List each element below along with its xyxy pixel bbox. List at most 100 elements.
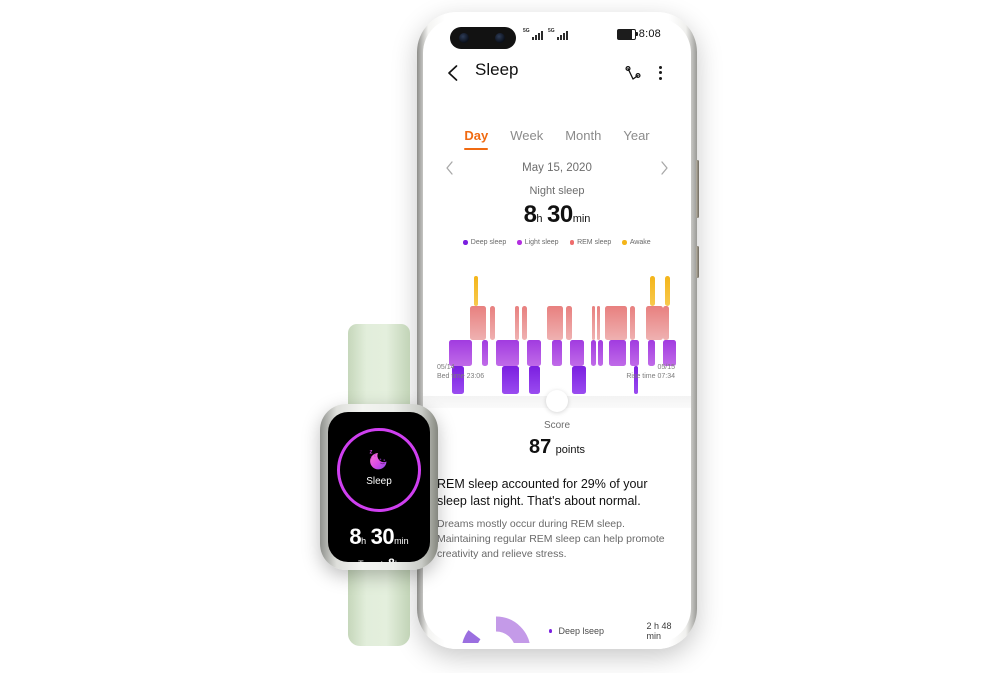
date-navigator: May 15, 2020 [423, 158, 691, 184]
hypnogram-segment [648, 340, 656, 366]
hypnogram-segment [521, 306, 527, 340]
hypnogram-segment [449, 340, 472, 366]
hypnogram-segment [514, 306, 519, 340]
hypnogram-segment [490, 306, 496, 340]
sleep-minutes-unit: min [572, 213, 591, 225]
phone-device: 5G 5G 8:08 Sleep Day Week Month Year May… [417, 12, 699, 649]
axis-end-date: 05/15 [657, 364, 675, 371]
legend-label-rem-sleep: REM sleep [577, 239, 612, 246]
hypnogram-segment [629, 306, 635, 340]
insight-body: Dreams mostly occur during REM sleep. Ma… [437, 518, 665, 560]
hypnogram-segment [646, 306, 663, 340]
svg-text:z: z [371, 455, 373, 459]
hypnogram-segment [496, 340, 519, 366]
breakdown-list: Deep lseep 2 h 48 min Light sleep 3 h 13… [549, 620, 679, 643]
axis-start-date: 05/14 [437, 364, 455, 371]
scroll-handle[interactable] [546, 390, 568, 412]
phone-screen: 5G 5G 8:08 Sleep Day Week Month Year May… [423, 18, 691, 643]
page-title: Sleep [475, 60, 519, 79]
signal-sim2-icon: 5G [548, 29, 568, 40]
legend-item-deep-sleep: Deep sleep [463, 239, 506, 246]
hypnogram-segment [596, 306, 600, 340]
tab-day[interactable]: Day [464, 128, 488, 150]
chevron-right-icon[interactable] [655, 159, 673, 177]
score-value-row: 87 points [423, 436, 691, 459]
sleep-hours-value: 8 [523, 201, 537, 228]
chevron-left-icon[interactable] [441, 159, 459, 177]
network-label-1: 5G [523, 28, 530, 34]
chart-legend: Deep sleep Light sleep REM sleep Awake [423, 239, 691, 246]
hypnogram-segment [609, 340, 626, 366]
tab-year[interactable]: Year [623, 128, 649, 150]
score-unit: points [555, 444, 586, 456]
breakdown-value-deep-sleep: 2 h 48 min [646, 621, 672, 641]
sleep-hours-unit: h [536, 213, 543, 225]
insight-headline: REM sleep accounted for 29% of your slee… [437, 477, 648, 508]
sleep-breakdown: Deep lseep 2 h 48 min Light sleep 3 h 13… [423, 610, 691, 643]
hypnogram-segment [662, 340, 676, 366]
hypnogram-segment [629, 340, 639, 366]
hypnogram-segment [662, 306, 669, 340]
sleep-detail-page: May 15, 2020 Night sleep 8h 30min Deep s… [423, 158, 691, 643]
more-vertical-icon[interactable] [651, 63, 669, 83]
signal-sim1-icon: 5G [523, 29, 543, 40]
breakdown-row-light-sleep: Light sleep 3 h 13 min [549, 642, 679, 643]
watch-target-unit: h [395, 559, 400, 562]
watch-case: z z z Sleep 8h 30min Target: 8h [320, 404, 438, 570]
status-clock: 8:08 [638, 28, 661, 40]
share-icon[interactable] [623, 63, 643, 83]
hypnogram-segment [546, 306, 563, 340]
hypnogram-segment [473, 276, 478, 306]
legend-item-light-sleep: Light sleep [517, 239, 559, 246]
hypnogram-segment [566, 306, 573, 340]
breakdown-label-deep-sleep: Deep lseep [558, 626, 605, 636]
tab-month[interactable]: Month [565, 128, 601, 150]
status-bar: 5G 5G 8:08 [423, 18, 691, 52]
hypnogram-segment [605, 306, 627, 340]
hypnogram-segment [481, 340, 488, 366]
legend-label-light-sleep: Light sleep [524, 239, 559, 246]
score-value: 87 [528, 436, 552, 458]
legend-dot-light-sleep [517, 240, 522, 245]
sleep-donut-chart [459, 614, 533, 643]
sleep-minutes-value: 30 [547, 201, 573, 228]
current-date: May 15, 2020 [522, 162, 592, 174]
legend-dot-rem-sleep [569, 240, 575, 245]
hypnogram-segment [527, 340, 542, 366]
night-sleep-duration: 8h 30min [423, 201, 691, 229]
watch-minutes-unit: min [394, 536, 409, 546]
legend-item-rem-sleep: REM sleep [569, 239, 612, 246]
phone-volume-button[interactable] [696, 160, 699, 218]
front-camera-punchhole [450, 27, 516, 49]
watch-target: Target: 8h [328, 556, 430, 562]
watch-screen: z z z Sleep 8h 30min Target: 8h [328, 412, 430, 562]
breakdown-dot-deep-sleep [549, 628, 553, 634]
period-tabs: Day Week Month Year [423, 128, 691, 150]
back-arrow-icon[interactable] [443, 62, 465, 84]
phone-power-button[interactable] [696, 246, 699, 278]
hypnogram-segment [597, 340, 603, 366]
camera-lens-icon [459, 33, 469, 43]
axis-bed-time: Bed time 23:06 [437, 373, 485, 380]
watch-activity-label: Sleep [366, 476, 392, 487]
tab-week[interactable]: Week [510, 128, 543, 150]
smartwatch-device: z z z Sleep 8h 30min Target: 8h [320, 324, 438, 646]
battery-area: 8:08 [616, 28, 661, 40]
legend-label-awake: Awake [629, 239, 651, 246]
app-bar: Sleep [423, 56, 691, 96]
battery-icon [616, 28, 638, 40]
watch-target-label: Target: [358, 559, 386, 562]
hypnogram-segment [469, 306, 486, 340]
watch-target-value: 8 [388, 556, 395, 562]
hypnogram-segment [591, 306, 595, 340]
watch-hours-unit: h [361, 536, 367, 546]
hypnogram-segment [590, 340, 596, 366]
hypnogram-segment [664, 276, 670, 306]
breakdown-row-deep-sleep: Deep lseep 2 h 48 min [549, 620, 679, 642]
score-label: Score [543, 420, 571, 431]
sleep-insight: REM sleep accounted for 29% of your slee… [437, 476, 677, 562]
camera-lens-secondary-icon [495, 33, 505, 43]
axis-rise-time: Rise time 07:34 [626, 373, 675, 380]
watch-minutes-value: 30 [370, 524, 395, 549]
night-sleep-label: Night sleep [529, 185, 585, 197]
